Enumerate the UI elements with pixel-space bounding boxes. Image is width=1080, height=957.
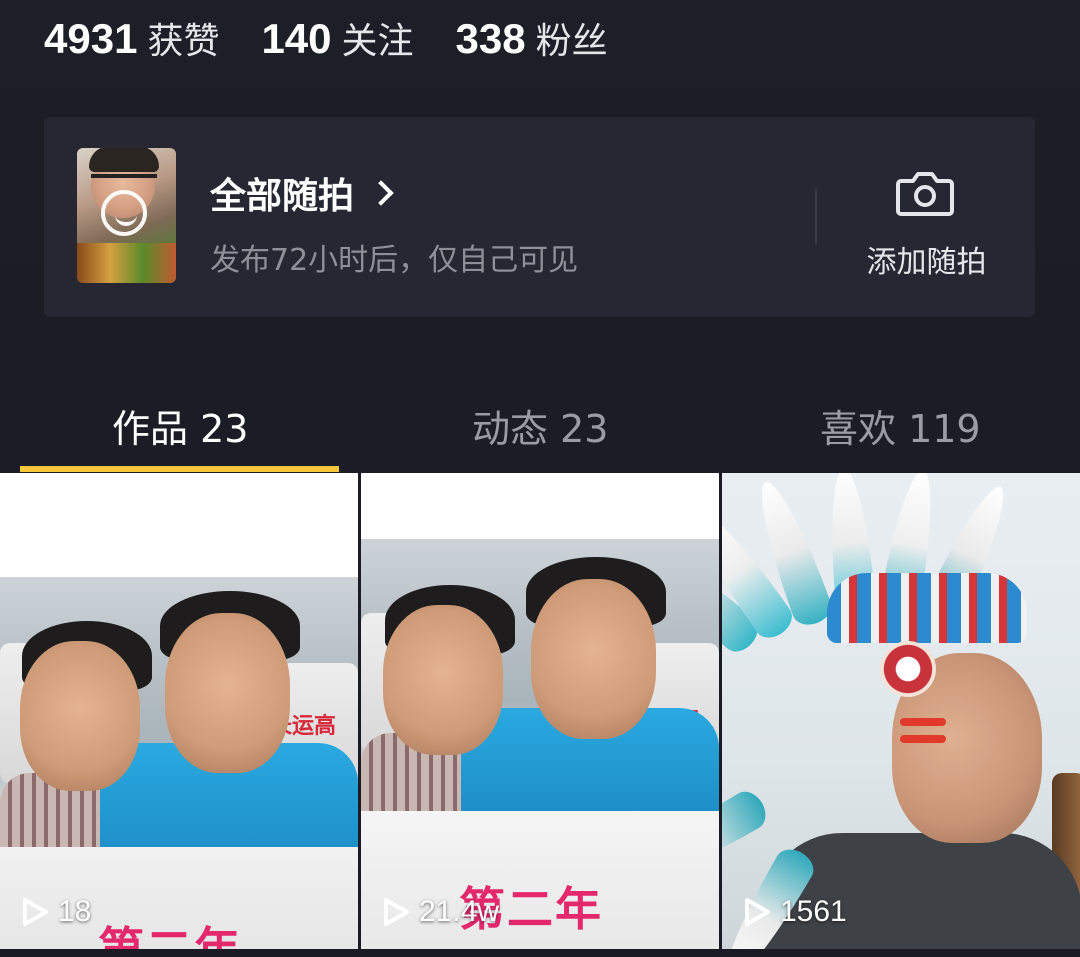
video-caption: 第二年 [98, 922, 242, 949]
view-count-value: 21.4w [419, 895, 500, 928]
stat-following-label: 关注 [341, 21, 414, 62]
add-quickshot-button[interactable]: 添加随拍 [859, 157, 994, 287]
view-count: 1561 [742, 895, 847, 929]
play-ring-icon [101, 190, 147, 236]
quickshot-card: 全部随拍 发布72小时后，仅自己可见 添加随拍 [44, 117, 1035, 317]
quickshot-subtitle: 发布72小时后，仅自己可见 [210, 243, 579, 278]
photo-face [20, 641, 140, 791]
quickshot-title: 全部随拍 [210, 176, 355, 217]
card-divider [815, 189, 817, 245]
profile-stats: 4931 获赞 140 关注 338 粉丝 [44, 12, 650, 64]
thumbnail-food [77, 243, 176, 283]
photo-medallion [880, 641, 936, 697]
play-icon [23, 898, 48, 926]
play-icon [384, 898, 409, 926]
view-count-value: 1561 [780, 895, 847, 928]
photo-face [531, 579, 656, 739]
tab-works[interactable]: 作品 23 [112, 398, 248, 453]
thumbnail-hair [89, 148, 159, 172]
stat-likes[interactable]: 4931 获赞 [44, 12, 219, 64]
photo-sweater [762, 833, 1080, 949]
profile-page: 4931 获赞 140 关注 338 粉丝 全部随拍 发布72小时后，仅自己可见 [0, 0, 1080, 957]
photo-facepaint [900, 718, 946, 726]
tab-moments[interactable]: 动态 23 [472, 398, 608, 453]
video-thumbnail[interactable]: 长运高 第二年 18 [0, 473, 358, 949]
stat-following-count: 140 [261, 15, 332, 62]
view-count-value: 18 [58, 895, 92, 928]
stat-followers-label: 粉丝 [535, 21, 608, 62]
stat-following[interactable]: 140 关注 [261, 12, 413, 64]
video-grid: 长运高 第二年 18 长运高 [0, 473, 1080, 957]
video-thumbnail[interactable]: 长运高 第二年 21.4w [361, 473, 719, 949]
play-ring-inner [115, 210, 137, 226]
add-quickshot-label: 添加随拍 [866, 245, 987, 280]
camera-icon [896, 172, 954, 216]
content-tabs: 作品 23 动态 23 喜欢 119 [0, 380, 1080, 472]
chevron-right-icon [368, 180, 394, 206]
stat-likes-count: 4931 [44, 15, 138, 62]
photo-face [165, 613, 290, 773]
photo-facepaint [900, 735, 946, 743]
quickshot-thumbnail[interactable] [77, 148, 176, 283]
play-icon [745, 898, 770, 926]
stat-likes-label: 获赞 [147, 21, 220, 62]
photo-headband [827, 573, 1027, 643]
thumbnail-glasses [91, 174, 157, 190]
view-count: 21.4w [381, 895, 499, 929]
photo-face [383, 605, 503, 755]
stat-followers-count: 338 [455, 15, 526, 62]
tab-active-indicator [20, 466, 339, 472]
stat-followers[interactable]: 338 粉丝 [456, 12, 608, 64]
quickshot-all-link[interactable]: 全部随拍 [210, 167, 394, 219]
tab-likes[interactable]: 喜欢 119 [820, 398, 981, 453]
video-thumbnail[interactable]: 1561 [722, 473, 1080, 949]
view-count: 18 [20, 895, 91, 929]
